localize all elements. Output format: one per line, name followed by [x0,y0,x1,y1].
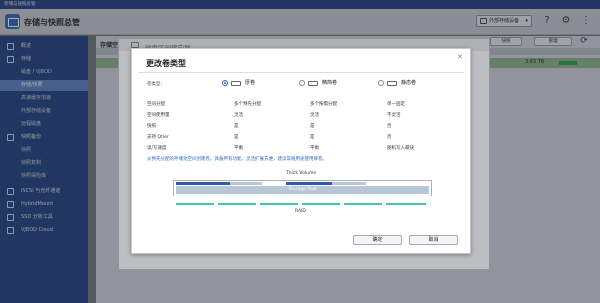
raid-disk-segment [386,203,426,205]
radio-label: 精简卷 [322,80,338,86]
volume-icon [231,80,241,86]
storage-pool-bar: Storage Pool [176,186,429,194]
raid-disk-segment [302,203,340,205]
radio-thin-volume[interactable]: 精简卷 [299,79,337,87]
volume-reserved-bar [332,182,366,185]
radio-dot [378,80,384,86]
table-row: 读/写速度 平衡 平衡 随机写入最快 [147,146,414,151]
volume-type-note: 从预先分配的存储池空间创建卷。具备所有功能，灵活扩展方便，建议常规用途使用厚卷。 [147,157,327,162]
close-icon[interactable]: ✕ [457,53,463,61]
radio-static-volume[interactable]: 静态卷 [378,79,416,87]
volume-reserved-bar [230,182,262,185]
radio-label: 厚卷 [245,80,256,86]
raid-disk-segment [260,203,298,205]
volume-icon [308,80,318,86]
table-row: 空间分配 多个预先分配 多个按需分配 单一固定 [147,102,405,107]
volume-used-bar [286,182,332,185]
table-row: 快照 是 是 否 [147,124,392,129]
ok-button[interactable]: 确定 [353,235,402,245]
table-row: 支持 Qtier 是 是 否 [147,135,392,140]
radio-dot [222,80,228,86]
raid-disk-segment [176,203,214,205]
change-volume-type-dialog: 更改卷类型 ✕ 卷类型： 厚卷 精简卷 静态卷 空间分配 多个预先分配 多个按需… [131,48,471,254]
radio-thick-volume[interactable]: 厚卷 [222,79,255,87]
volume-used-bar [176,182,230,185]
table-row: 空间使用量 灵活 灵活 不灵活 [147,113,401,118]
raid-disk-segment [218,203,256,205]
dialog-title: 更改卷类型 [146,59,186,68]
divider [138,72,464,73]
volume-icon [387,80,397,86]
volume-type-label: 卷类型： [147,82,165,87]
cancel-button[interactable]: 取消 [409,235,458,245]
raid-disk-segment [344,203,382,205]
raid-label: RAID [295,209,306,214]
radio-label: 静态卷 [401,80,417,86]
thick-volume-label: Thick Volume [286,171,317,176]
radio-dot [299,80,305,86]
